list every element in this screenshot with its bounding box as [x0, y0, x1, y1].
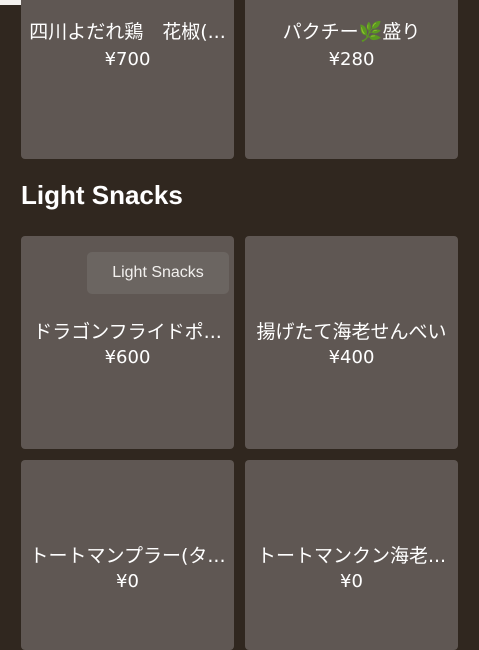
tooltip: Light Snacks [87, 252, 229, 294]
menu-item-name: 揚げたて海老せんべい [256, 321, 447, 343]
menu-item-name: トートマンクン海老... [256, 545, 447, 567]
menu-item-card[interactable]: トートマンクン海老... ¥0 [245, 460, 458, 650]
menu-item-price: ¥280 [328, 49, 375, 70]
menu-item-card[interactable]: 四川よだれ鶏 花椒(... ¥700 [21, 0, 234, 159]
menu-item-name: パクチー🌿盛り [282, 21, 421, 43]
menu-item-card[interactable]: パクチー🌿盛り ¥280 [245, 0, 458, 159]
menu-item-price: ¥600 [104, 347, 151, 368]
menu-item-price: ¥0 [116, 571, 139, 592]
menu-item-price: ¥0 [340, 571, 363, 592]
menu-item-card[interactable]: 揚げたて海老せんべい ¥400 [245, 236, 458, 449]
menu-item-card[interactable]: トートマンプラー(タ... ¥0 [21, 460, 234, 650]
menu-item-price: ¥700 [104, 49, 151, 70]
section-title: Light Snacks [21, 180, 183, 210]
menu-item-price: ¥400 [328, 347, 375, 368]
menu-item-name: トートマンプラー(タ... [29, 545, 226, 567]
menu-item-name: ドラゴンフライドポ... [33, 321, 222, 343]
menu-item-name: 四川よだれ鶏 花椒(... [29, 21, 226, 43]
